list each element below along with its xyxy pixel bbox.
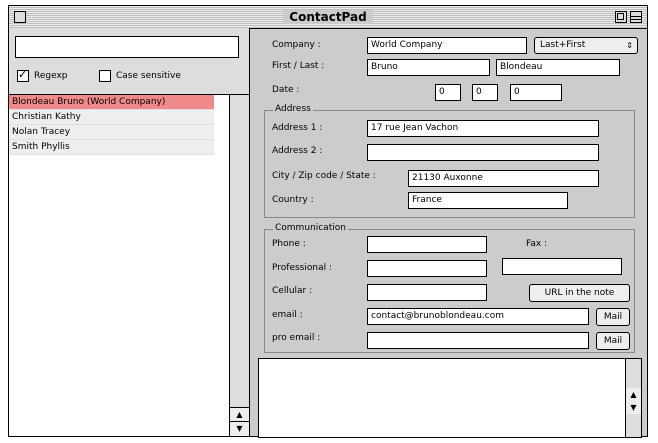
city-zip-state-label: City / Zip code / State : xyxy=(272,171,376,181)
contacts-pane: Regexp Case sensitive Blondeau Bruno (Wo… xyxy=(9,28,250,436)
notes-scrollbar[interactable]: ▲ ▼ xyxy=(626,358,642,438)
country-label: Country : xyxy=(272,195,314,205)
company-label: Company : xyxy=(272,40,321,50)
regexp-checkbox[interactable]: Regexp xyxy=(17,68,68,82)
sort-order-value: Last+First xyxy=(540,40,586,50)
checkbox-checked-icon xyxy=(17,68,29,82)
contact-list-item[interactable]: Christian Kathy xyxy=(9,110,214,125)
regexp-label: Regexp xyxy=(34,71,68,81)
collapse-box-icon[interactable] xyxy=(630,11,642,23)
email-mail-button[interactable]: Mail xyxy=(596,308,630,326)
case-sensitive-checkbox[interactable]: Case sensitive xyxy=(99,70,181,82)
address2-label: Address 2 : xyxy=(272,146,323,156)
phone-field[interactable] xyxy=(367,236,487,253)
notes-scroll-down-icon[interactable]: ▼ xyxy=(626,401,641,414)
case-sensitive-label: Case sensitive xyxy=(116,71,181,81)
pro-email-mail-button[interactable]: Mail xyxy=(596,332,630,350)
scroll-down-arrow-icon[interactable]: ▼ xyxy=(230,421,249,436)
contact-detail-pane: Company : World Company Last+First ⇕ Fir… xyxy=(250,28,647,438)
notes-scroll-up-icon[interactable]: ▲ xyxy=(626,388,641,401)
date-day-field[interactable]: 0 xyxy=(435,84,461,101)
phone-label: Phone : xyxy=(272,239,306,249)
fax-field[interactable] xyxy=(502,258,622,275)
search-input[interactable] xyxy=(15,36,239,58)
company-field[interactable]: World Company xyxy=(367,37,527,54)
date-label: Date : xyxy=(272,85,300,95)
contact-list-scrollbar[interactable]: ▲ ▼ xyxy=(229,94,249,436)
sort-order-select[interactable]: Last+First ⇕ xyxy=(534,37,638,54)
email-label: email : xyxy=(272,310,303,320)
pro-email-label: pro email : xyxy=(272,333,321,343)
cellular-field[interactable] xyxy=(367,284,487,301)
title-bar[interactable]: ContactPad xyxy=(9,6,647,29)
first-name-field[interactable]: Bruno xyxy=(367,59,490,76)
contact-list-item[interactable]: Nolan Tracey xyxy=(9,125,214,140)
contactpad-window: ContactPad Regexp Case sensitive Blondea… xyxy=(8,5,648,438)
url-in-note-button[interactable]: URL in the note xyxy=(529,284,630,302)
professional-label: Professional : xyxy=(272,263,332,273)
pro-email-field[interactable] xyxy=(367,332,589,349)
date-year-field[interactable]: 0 xyxy=(510,84,562,101)
zoom-box-icon[interactable] xyxy=(615,11,627,23)
email-field[interactable]: contact@brunoblondeau.com xyxy=(367,308,589,325)
fax-label: Fax : xyxy=(526,239,548,249)
professional-field[interactable] xyxy=(367,260,487,277)
address2-field[interactable] xyxy=(367,144,599,161)
first-last-label: First / Last : xyxy=(272,61,325,71)
communication-group-title: Communication xyxy=(273,223,348,233)
contact-list-item[interactable]: Blondeau Bruno (World Company) xyxy=(9,95,214,110)
updown-arrows-icon: ⇕ xyxy=(626,41,633,50)
city-zip-state-field[interactable]: 21130 Auxonne xyxy=(408,170,599,187)
date-month-field[interactable]: 0 xyxy=(472,84,498,101)
address1-label: Address 1 : xyxy=(272,123,323,133)
contact-list: Blondeau Bruno (World Company) Christian … xyxy=(9,94,229,436)
scroll-up-arrow-icon[interactable]: ▲ xyxy=(230,407,249,422)
last-name-field[interactable]: Blondeau xyxy=(496,59,620,76)
notes-textarea[interactable] xyxy=(258,358,626,438)
address-group-title: Address xyxy=(273,104,313,114)
window-title: ContactPad xyxy=(9,10,647,24)
checkbox-unchecked-icon xyxy=(99,70,111,82)
country-field[interactable]: France xyxy=(408,192,568,209)
address1-field[interactable]: 17 rue Jean Vachon xyxy=(367,120,599,137)
cellular-label: Cellular : xyxy=(272,286,313,296)
contact-list-item[interactable]: Smith Phyllis xyxy=(9,140,214,155)
